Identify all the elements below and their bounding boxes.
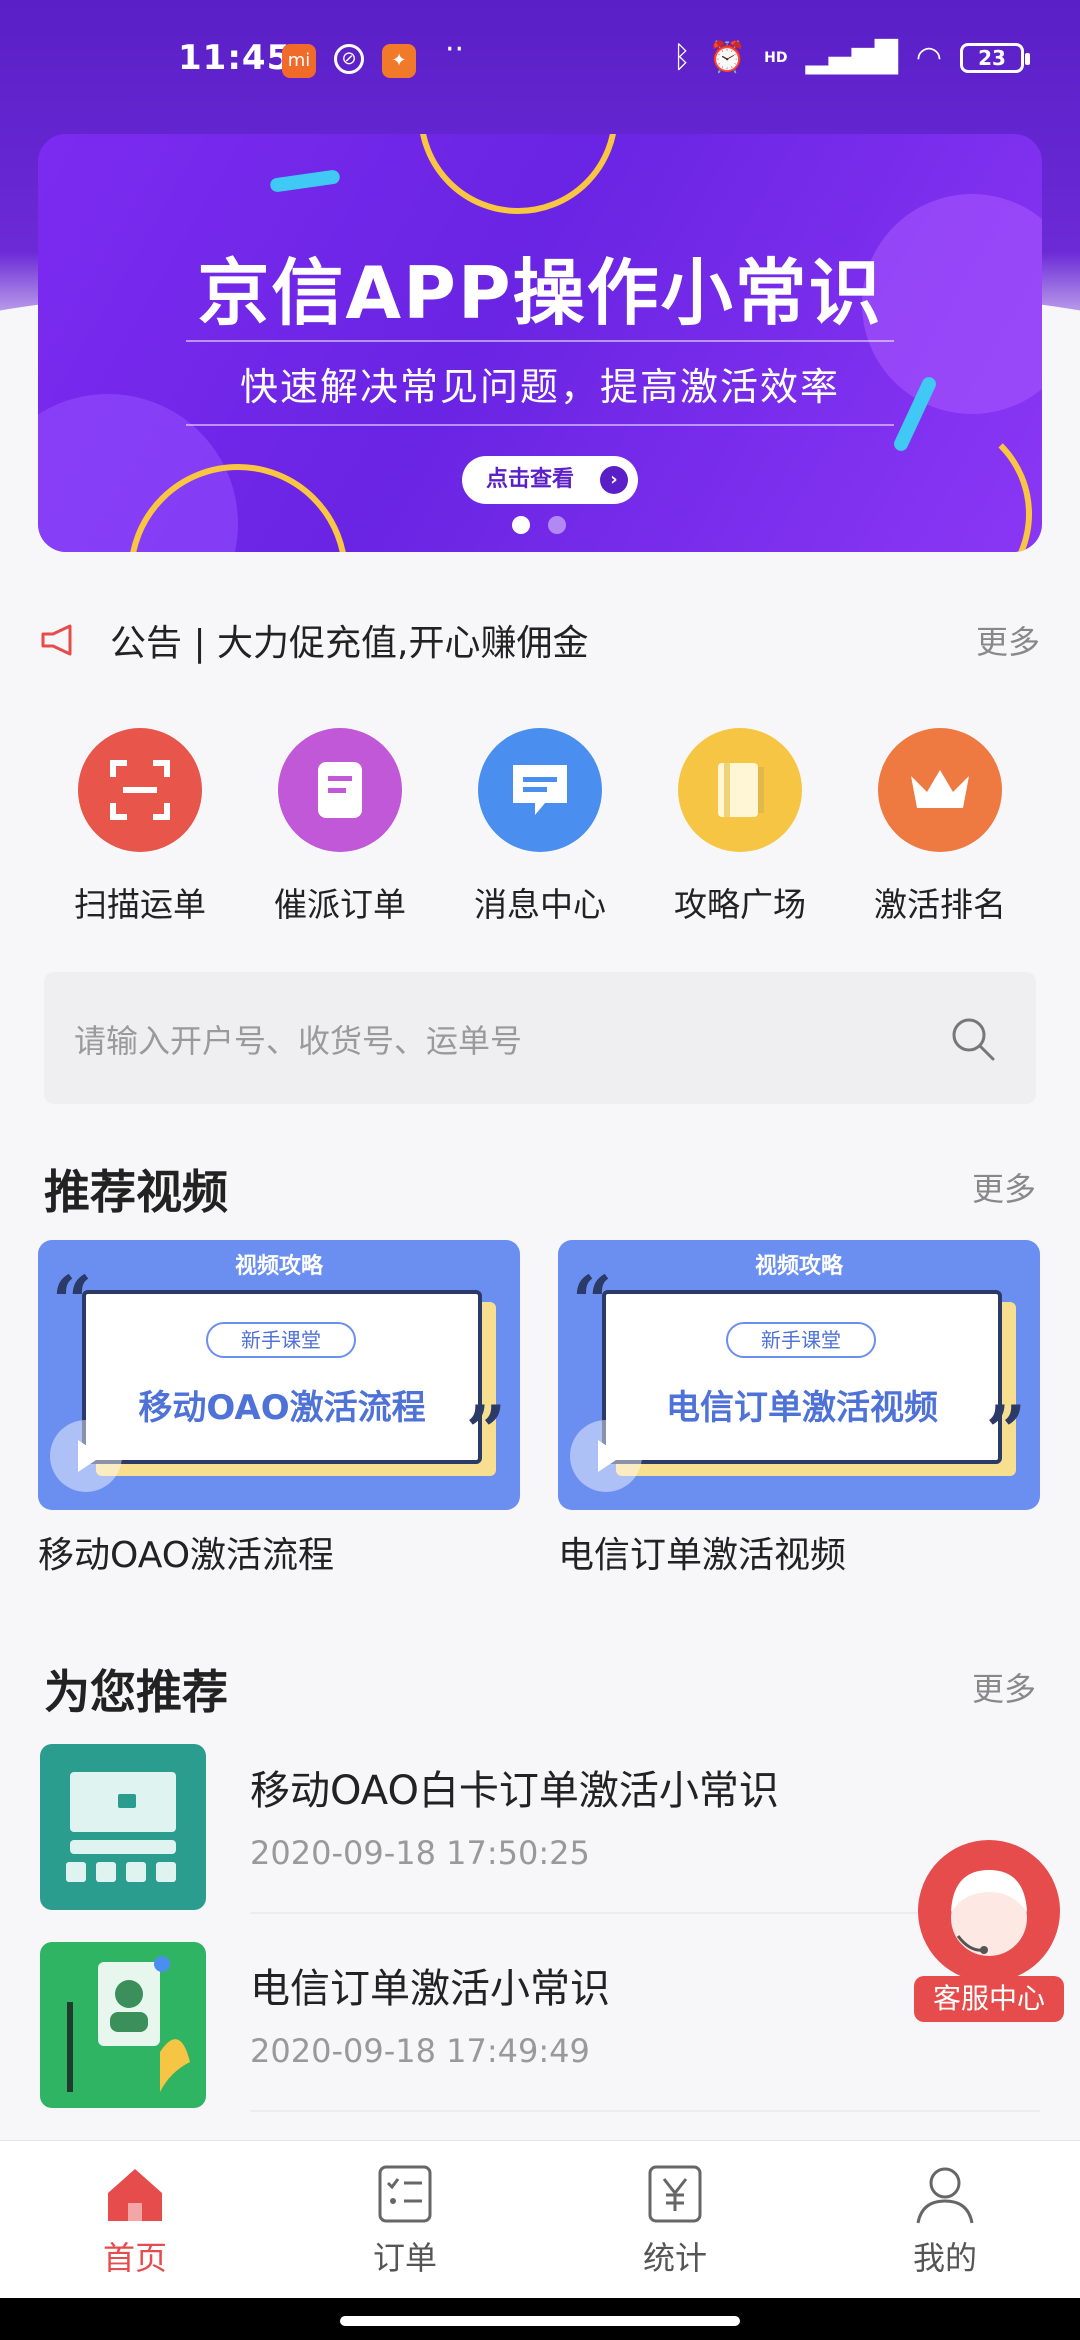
menu-item-activation-ranking[interactable]: 激活排名 [840,728,1040,926]
megaphone-icon [41,624,72,656]
video-caption: 移动OAO激活流程 [38,1535,335,1576]
video-tag: 视频攻略 [234,1254,323,1279]
video-thumbnail[interactable]: 视频攻略 “ ” 新手课堂 电信订单激活视频 [558,1240,1040,1510]
menu-label: 消息中心 [474,885,606,924]
play-icon[interactable] [570,1420,642,1492]
scan-icon [78,728,202,852]
block-icon: ⊘ [334,44,364,74]
person-icon [916,2167,974,2224]
recommend-section-title: 为您推荐 [44,1665,228,1719]
videos-section-title: 推荐视频 [44,1165,228,1219]
article-date: 2020-09-18 17:49:49 [250,2032,590,2070]
list-item[interactable]: 电信订单激活小常识 2020-09-18 17:49:49 [40,1942,1040,2112]
banner-carousel[interactable]: 京信APP操作小常识 快速解决常见问题，提高激活效率 点击查看 › [38,134,1042,552]
video-thumb-title: 电信订单激活视频 [666,1388,938,1428]
carousel-dot-active[interactable] [512,516,530,534]
home-gesture-bar[interactable] [340,2316,740,2326]
search-icon[interactable] [948,1014,998,1064]
bluetooth-icon: ᛒ [672,40,691,75]
video-thumbnail[interactable]: 视频攻略 “ ” 新手课堂 移动OAO激活流程 [38,1240,520,1510]
video-card[interactable]: 视频攻略 “ ” 新手课堂 移动OAO激活流程 移动OAO激活流程 [38,1240,520,1578]
order-list-icon [378,2165,432,2223]
yen-icon [648,2165,702,2223]
banner-decoration [418,134,618,214]
video-badge: 新手课堂 [206,1322,356,1358]
quote-open-icon: “ [572,1260,613,1343]
article-thumbnail [40,1942,206,2108]
banner-view-button[interactable]: 点击查看 › [462,456,638,504]
system-navigation-bar [0,2298,1080,2340]
notice-bar[interactable]: 公告 | 大力促充值,开心赚佣金 更多 [40,610,1040,670]
book-icon [678,728,802,852]
menu-item-strategy-square[interactable]: 攻略广场 [640,728,840,926]
play-icon[interactable] [50,1420,122,1492]
document-icon [278,728,402,852]
headset-agent-icon [918,1840,1060,1982]
recommend-more-link[interactable]: 更多 [972,1664,1036,1710]
status-bar: 11:45 mi ⊘ ✦ ·· ᛒ ⏰ HD ▂▄▆█ ◠ 23 [0,0,1080,120]
app-notification-icon: ✦ [382,44,416,78]
menu-label: 催派订单 [274,885,406,924]
search-input[interactable]: 请输入开户号、收货号、运单号 [74,1016,522,1062]
thumb-frame [602,1290,1002,1464]
banner-decoration [832,414,1032,552]
banner-title: 京信APP操作小常识 [197,251,883,335]
video-caption: 电信订单激活视频 [558,1535,847,1576]
tab-orders[interactable]: 订单 [270,2141,540,2298]
list-item[interactable]: 移动OAO白卡订单激活小常识 2020-09-18 17:50:25 [40,1744,1040,1914]
banner-subtitle: 快速解决常见问题，提高激活效率 [239,365,840,409]
tab-label: 统计 [642,2239,707,2277]
customer-service-label: 客服中心 [914,1976,1064,2022]
customer-service-button[interactable]: 客服中心 [914,1840,1064,2030]
bottom-tab-bar: 首页 订单 统计 我的 [0,2140,1080,2298]
menu-label: 激活排名 [874,885,1006,924]
crown-icon [878,728,1002,852]
video-badge: 新手课堂 [726,1322,876,1358]
message-icon [478,728,602,852]
notice-text: 公告 | 大力促充值,开心赚佣金 [110,623,589,664]
banner-divider [186,340,894,342]
chevron-right-icon: › [600,466,628,494]
more-notifications-icon: ·· [445,32,465,67]
battery-icon: 23 [960,42,1030,73]
tab-label: 首页 [102,2239,167,2277]
tab-home[interactable]: 首页 [0,2141,270,2298]
menu-item-scan-waybill[interactable]: 扫描运单 [40,728,240,926]
video-thumb-title: 移动OAO激活流程 [138,1388,426,1428]
video-tag: 视频攻略 [754,1254,843,1279]
mi-app-icon: mi [282,44,316,78]
menu-label: 攻略广场 [674,885,806,924]
network-type: HD [764,49,788,66]
banner-decoration [269,169,341,193]
thumb-frame [82,1290,482,1464]
status-right: ᛒ ⏰ HD ▂▄▆█ ◠ 23 [672,40,1030,75]
search-box[interactable]: 请输入开户号、收货号、运单号 [44,972,1036,1104]
banner-divider [186,424,894,426]
article-thumbnail [40,1744,206,1910]
videos-more-link[interactable]: 更多 [972,1164,1036,1210]
status-time: 11:45 [178,38,292,78]
menu-label: 扫描运单 [74,885,206,924]
home-icon [108,2169,162,2221]
article-title: 移动OAO白卡订单激活小常识 [250,1768,779,1814]
tab-label: 订单 [372,2239,437,2277]
video-card[interactable]: 视频攻略 “ ” 新手课堂 电信订单激活视频 电信订单激活视频 [558,1240,1040,1578]
quote-open-icon: “ [52,1260,93,1343]
alarm-icon: ⏰ [708,40,747,75]
wifi-icon: ◠ [915,40,942,75]
tab-label: 我的 [912,2239,977,2277]
carousel-dot[interactable] [548,516,566,534]
notice-more-link[interactable]: 更多 [976,617,1040,663]
tab-profile[interactable]: 我的 [810,2141,1080,2298]
quick-menu: 扫描运单 催派订单 消息中心 攻略广场 激活排名 [40,728,1040,926]
signal-icon: ▂▄▆█ [805,40,898,75]
menu-item-message-center[interactable]: 消息中心 [440,728,640,926]
menu-item-urge-orders[interactable]: 催派订单 [240,728,440,926]
tab-statistics[interactable]: 统计 [540,2141,810,2298]
banner-view-label: 点击查看 [486,467,575,492]
